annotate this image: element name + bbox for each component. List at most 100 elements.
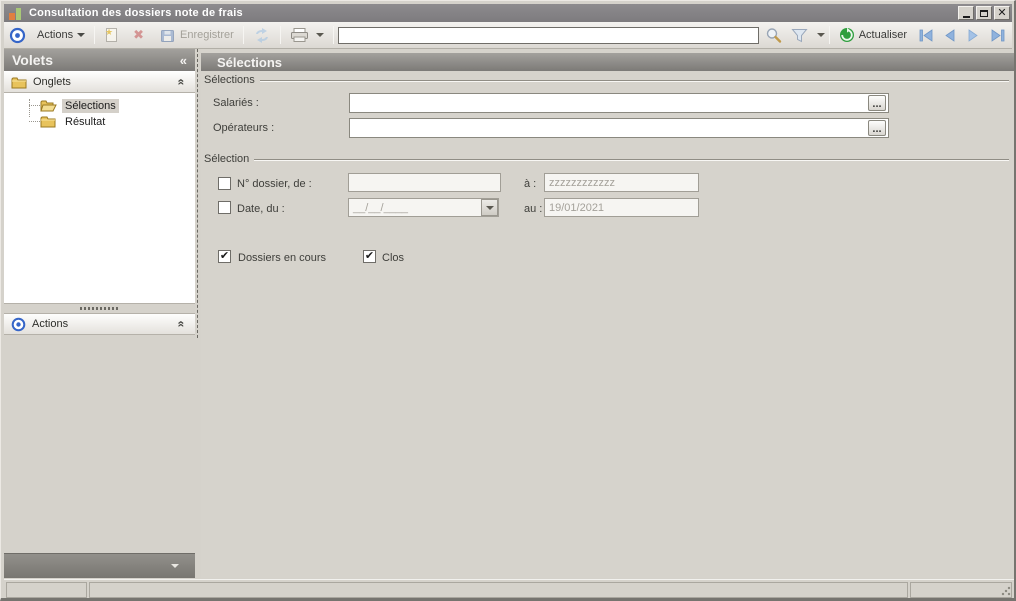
collapse-section-icon[interactable]: «: [175, 321, 189, 328]
chevron-down-icon: [485, 205, 494, 210]
collapse-section-icon[interactable]: «: [175, 79, 189, 86]
printer-icon: [290, 28, 308, 42]
dossiers-en-cours-checkbox[interactable]: ✔: [218, 250, 231, 263]
tree-item-label: Sélections: [62, 98, 119, 113]
toolbar-separator: [242, 26, 244, 44]
sync-button[interactable]: [248, 26, 276, 45]
toolbar-separator: [332, 26, 334, 44]
dossier-from-input[interactable]: [348, 173, 501, 192]
chevron-down-icon: [171, 564, 179, 568]
date-from-combobox[interactable]: __/__/____: [348, 198, 499, 217]
salaries-lookup-button[interactable]: ...: [868, 95, 886, 111]
date-from-value: __/__/____: [353, 202, 409, 214]
date-label: Date, du :: [237, 203, 285, 215]
sidebar-bottom-bar[interactable]: [4, 553, 195, 578]
actions-menu-label: Actions: [37, 29, 74, 41]
nav-next-button[interactable]: [966, 28, 981, 43]
save-label: Enregistrer: [179, 29, 234, 41]
status-cell-3: [910, 582, 1012, 598]
status-cell-2: [89, 582, 908, 598]
salaries-label: Salariés :: [213, 97, 259, 109]
minimize-button[interactable]: [958, 6, 974, 20]
nav-first-button[interactable]: [918, 28, 935, 43]
main-panel: Sélections Sélections Salariés : ... Opé…: [201, 49, 1014, 578]
refresh-label: Actualiser: [858, 29, 907, 41]
sidebar-splitter-handle[interactable]: [4, 304, 195, 313]
date-to-input[interactable]: [544, 198, 699, 217]
tree-guide: [29, 121, 40, 122]
group-selections: Sélections: [204, 74, 1009, 86]
group-divider: [254, 158, 1009, 161]
clos-checkbox[interactable]: ✔: [363, 250, 376, 263]
operateurs-input[interactable]: [349, 118, 889, 138]
folder-icon: [11, 77, 27, 88]
toolbar-separator: [279, 26, 281, 44]
tree-item-selections[interactable]: Sélections: [40, 98, 119, 113]
toolbar: Actions ★ ✖ Enregistrer Actualiser: [4, 22, 1012, 49]
onglets-section-header[interactable]: Onglets «: [4, 71, 195, 93]
delete-x-icon: ✖: [133, 27, 144, 42]
tree-guide: [29, 99, 30, 117]
operateurs-label: Opérateurs :: [213, 122, 275, 134]
salaries-input[interactable]: [349, 93, 889, 113]
ellipsis-icon: ...: [872, 123, 882, 135]
title-bar: Consultation des dossiers note de frais …: [4, 4, 1012, 22]
close-button[interactable]: ✕: [994, 6, 1010, 20]
ellipsis-icon: ...: [872, 98, 882, 110]
toolbar-separator: [828, 26, 830, 44]
tree-guide: [29, 105, 40, 106]
search-input[interactable]: [337, 26, 759, 44]
actions-menu-button[interactable]: Actions: [32, 27, 90, 43]
new-button[interactable]: ★: [99, 25, 124, 45]
tree-item-label: Résultat: [65, 115, 106, 128]
new-document-icon: ★: [105, 27, 118, 42]
sync-arrows-icon: [255, 27, 268, 43]
save-button[interactable]: Enregistrer: [155, 26, 239, 45]
maximize-button[interactable]: [976, 6, 992, 20]
filter-options-chevron-icon[interactable]: [816, 33, 825, 37]
nav-last-button[interactable]: [989, 28, 1006, 43]
maximize-icon: [980, 9, 988, 17]
folder-icon: [40, 116, 56, 128]
chevron-down-icon: [77, 33, 86, 37]
main-header: Sélections: [201, 53, 1014, 71]
print-options-chevron-icon: [315, 33, 324, 37]
status-bar: [4, 579, 1014, 598]
panel-splitter[interactable]: [197, 49, 198, 338]
delete-button[interactable]: ✖: [128, 25, 149, 45]
sidebar-header: Volets «: [4, 49, 195, 71]
date-dropdown-button[interactable]: [481, 199, 498, 216]
toolbar-separator: [94, 26, 96, 44]
main-header-title: Sélections: [217, 54, 283, 70]
group-selections-label: Sélections: [204, 74, 255, 86]
save-icon: [160, 29, 174, 42]
window-title: Consultation des dossiers note de frais: [29, 7, 243, 19]
tree-item-resultat[interactable]: Résultat: [40, 114, 108, 129]
nav-previous-button[interactable]: [942, 28, 957, 43]
collapse-panel-icon[interactable]: «: [180, 53, 187, 68]
dossier-label: N° dossier, de :: [237, 178, 312, 190]
svg-text:★: ★: [105, 27, 113, 37]
app-icon: [8, 7, 23, 20]
group-divider: [259, 79, 1009, 82]
refresh-button[interactable]: Actualiser: [834, 25, 912, 45]
sidebar-title: Volets: [12, 52, 53, 68]
bullseye-icon: [9, 27, 26, 44]
app-window: Consultation des dossiers note de frais …: [0, 0, 1016, 601]
date-to-label: au :: [524, 203, 543, 215]
dossier-checkbox[interactable]: [218, 177, 231, 190]
date-checkbox[interactable]: [218, 201, 231, 214]
magnifier-icon[interactable]: [765, 27, 782, 44]
splitter-dots-icon: [79, 307, 120, 310]
operateurs-lookup-button[interactable]: ...: [868, 120, 886, 136]
actions-section-header[interactable]: Actions «: [4, 313, 195, 335]
filter-funnel-icon[interactable]: [791, 28, 808, 43]
minimize-icon: [962, 15, 970, 18]
group-selection: Sélection: [204, 153, 1009, 165]
checkmark-icon: ✔: [219, 250, 230, 262]
resize-grip[interactable]: [1001, 586, 1011, 596]
sidebar-empty-area: [4, 335, 195, 551]
dossier-to-input[interactable]: [544, 173, 699, 192]
print-button[interactable]: [285, 25, 329, 45]
group-selection-label: Sélection: [204, 153, 250, 165]
